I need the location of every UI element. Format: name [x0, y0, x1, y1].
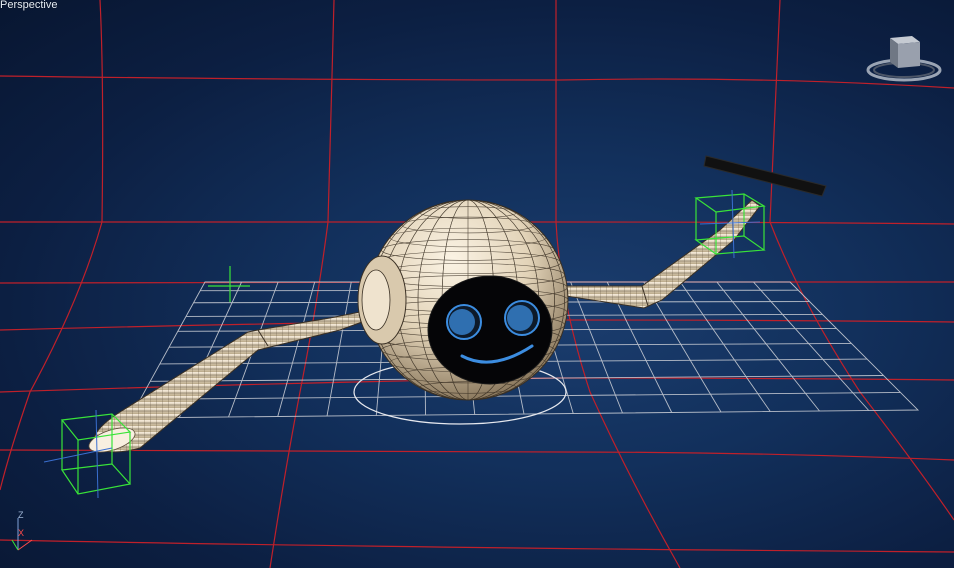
axis-x-label: X: [18, 528, 25, 538]
scene-canvas[interactable]: [0, 0, 954, 568]
perspective-viewport[interactable]: Perspective Z X: [0, 0, 954, 568]
right-hand-rod: [703, 155, 827, 197]
viewcube-icon[interactable]: [864, 30, 944, 86]
head-mesh: [357, 199, 569, 401]
right-arm: [565, 199, 761, 309]
left-arm: [88, 311, 363, 453]
viewport-label[interactable]: Perspective: [0, 0, 57, 12]
helper-point: [208, 266, 250, 302]
axis-tripod-icon: Z X: [8, 510, 38, 554]
axis-z-label: Z: [18, 510, 24, 520]
